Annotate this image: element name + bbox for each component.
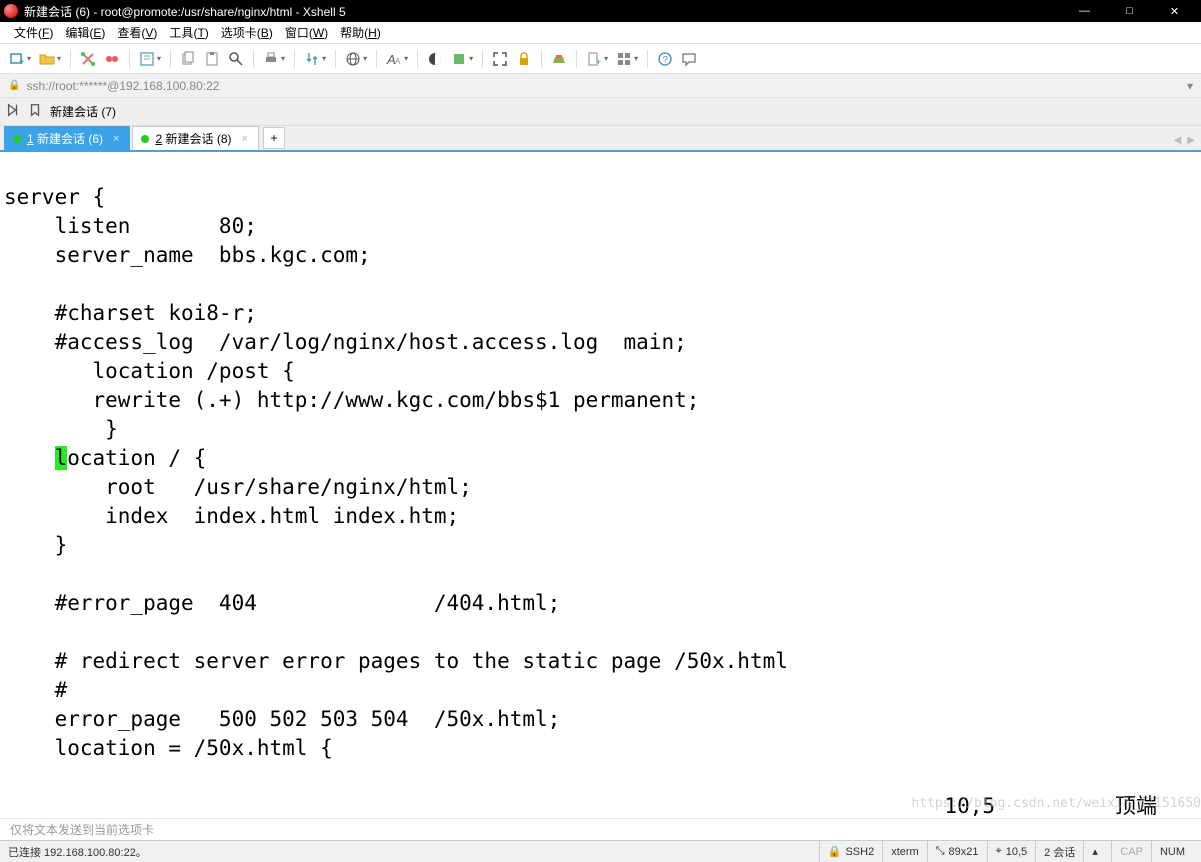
svg-text:?: ?: [663, 55, 669, 66]
highlight-button[interactable]: [448, 48, 476, 70]
svg-text:+: +: [596, 57, 601, 67]
help-button[interactable]: ?: [654, 48, 676, 70]
find-button[interactable]: [225, 48, 247, 70]
new-button[interactable]: +: [583, 48, 611, 70]
arrow-forward-icon[interactable]: [6, 103, 20, 120]
vi-mode: 顶端: [1115, 792, 1157, 818]
titlebar: 新建会话 (6) - root@promote:/usr/share/nginx…: [0, 0, 1201, 22]
print-button[interactable]: [260, 48, 288, 70]
menu-help[interactable]: 帮助(H): [334, 22, 387, 43]
paste-button[interactable]: [201, 48, 223, 70]
xftp-button[interactable]: [548, 48, 570, 70]
tab-add-button[interactable]: +: [263, 127, 285, 149]
feedback-button[interactable]: [678, 48, 700, 70]
lock-icon: 🔒: [828, 845, 842, 858]
menu-file[interactable]: 文件(F): [8, 22, 59, 43]
cursor-position: 10,5: [944, 792, 995, 818]
transfer-button[interactable]: [301, 48, 329, 70]
copy-button[interactable]: [177, 48, 199, 70]
status-term: xterm: [882, 841, 927, 862]
menu-view[interactable]: 查看(V): [111, 22, 163, 43]
status-ssh: 🔒SSH2: [819, 841, 882, 862]
session-bar: 新建会话 (7): [0, 98, 1201, 126]
status-size: ⤡ 89x21: [927, 841, 987, 862]
open-session-button[interactable]: [36, 48, 64, 70]
status-dot-icon: [141, 135, 149, 143]
lock-button[interactable]: [513, 48, 535, 70]
tab-close-icon[interactable]: ×: [242, 133, 248, 145]
input-hint: 仅将文本发送到当前选项卡: [10, 821, 154, 838]
menu-tab[interactable]: 选项卡(B): [215, 22, 279, 43]
status-dot-icon: [13, 135, 21, 143]
menu-edit[interactable]: 编辑(E): [59, 22, 111, 43]
tab-strip: 1 新建会话 (6) × 2 新建会话 (8) × + ◀ ▶: [0, 126, 1201, 152]
maximize-button[interactable]: □: [1107, 0, 1152, 22]
color-scheme-button[interactable]: [424, 48, 446, 70]
tab-session-1[interactable]: 1 新建会话 (6) ×: [4, 126, 130, 150]
fullscreen-button[interactable]: [489, 48, 511, 70]
chevron-up-icon[interactable]: ▴: [1092, 845, 1098, 858]
cursor-icon: ⌖: [996, 845, 1002, 858]
input-hint-bar[interactable]: 仅将文本发送到当前选项卡: [0, 818, 1201, 840]
layout-button[interactable]: [613, 48, 641, 70]
terminal-content[interactable]: server { listen 80; server_name bbs.kgc.…: [4, 183, 1197, 763]
tab-nav-left-icon[interactable]: ◀: [1174, 135, 1182, 146]
statusbar: 已连接 192.168.100.80:22。 🔒SSH2 xterm ⤡ 89x…: [0, 840, 1201, 862]
address-dropdown-icon[interactable]: ▾: [1187, 79, 1193, 93]
toolbar: + AA + ?: [0, 44, 1201, 74]
status-sessions: 2 会话: [1035, 841, 1083, 862]
svg-text:A: A: [395, 57, 401, 66]
terminal[interactable]: server { listen 80; server_name bbs.kgc.…: [0, 152, 1201, 818]
terminal-status-line: 10,5 顶端: [4, 792, 1197, 818]
address-text[interactable]: ssh://root:******@192.168.100.80:22: [26, 79, 1181, 93]
close-button[interactable]: ✕: [1152, 0, 1197, 22]
window-controls: — □ ✕: [1062, 0, 1197, 22]
session-label[interactable]: 新建会话 (7): [50, 103, 116, 120]
bookmark-icon[interactable]: [28, 103, 42, 120]
disconnect-button[interactable]: [101, 48, 123, 70]
tab-close-icon[interactable]: ×: [113, 133, 119, 145]
menu-tools[interactable]: 工具(T): [163, 22, 214, 43]
status-connection: 已连接 192.168.100.80:22。: [8, 844, 819, 860]
tab-nav-right-icon[interactable]: ▶: [1187, 135, 1195, 146]
minimize-button[interactable]: —: [1062, 0, 1107, 22]
svg-text:+: +: [19, 57, 25, 67]
status-cap: CAP: [1111, 841, 1151, 862]
menubar: 文件(F) 编辑(E) 查看(V) 工具(T) 选项卡(B) 窗口(W) 帮助(…: [0, 22, 1201, 44]
menu-window[interactable]: 窗口(W): [279, 22, 334, 43]
reconnect-button[interactable]: [77, 48, 99, 70]
window-title: 新建会话 (6) - root@promote:/usr/share/nginx…: [24, 3, 1062, 20]
font-button[interactable]: AA: [383, 48, 411, 70]
address-bar: 🔒 ssh://root:******@192.168.100.80:22 ▾: [0, 74, 1201, 98]
resize-icon: ⤡: [936, 845, 945, 858]
tab-session-2[interactable]: 2 新建会话 (8) ×: [132, 126, 258, 150]
status-divider: ▴: [1083, 841, 1111, 862]
lock-icon: 🔒: [8, 80, 20, 91]
app-icon: [4, 4, 18, 18]
encoding-button[interactable]: [342, 48, 370, 70]
status-pos: ⌖ 10,5: [987, 841, 1036, 862]
properties-button[interactable]: [136, 48, 164, 70]
new-session-button[interactable]: +: [6, 48, 34, 70]
status-num: NUM: [1151, 841, 1193, 862]
